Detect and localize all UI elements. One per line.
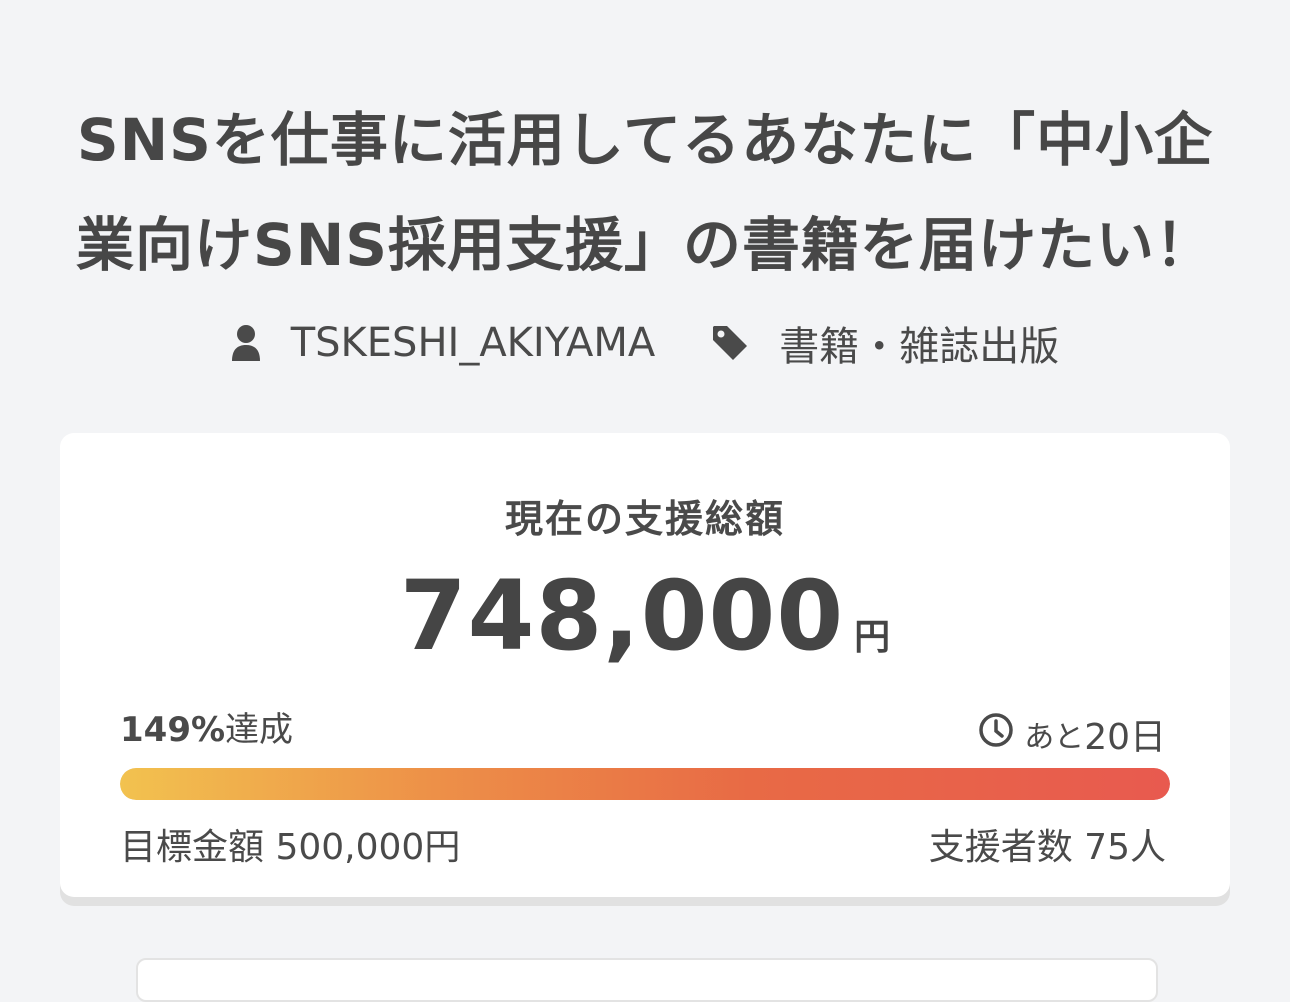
project-title: SNSを仕事に活用してるあなたに「中小企 業向けSNS採用支援」の書籍を届けたい…	[60, 88, 1230, 298]
progress-bar	[120, 768, 1170, 800]
supporter-count: 支援者数 75人	[928, 827, 1166, 868]
remaining-time: あと 20日	[978, 708, 1166, 760]
achievement-suffix: 達成	[225, 710, 294, 750]
remaining-prefix: あと	[1024, 720, 1085, 755]
progress-bar-fill	[120, 768, 1170, 800]
achievement-percent: 149%	[120, 710, 226, 750]
funding-amount-row: 748,000 円	[0, 560, 1290, 672]
achievement-rate: 149%達成	[120, 702, 293, 751]
funding-amount: 748,000	[399, 560, 845, 672]
clock-icon	[978, 712, 1014, 757]
category-link[interactable]: 書籍・雑誌出版	[711, 314, 1059, 372]
project-meta: TSKESHI_AKIYAMA 書籍・雑誌出版	[0, 312, 1290, 374]
project-title-line-2: 業向けSNS採用支援」の書籍を届けたい！	[75, 211, 1215, 279]
user-icon	[231, 324, 261, 362]
project-title-line-1: SNSを仕事に活用してるあなたに「中小企	[76, 106, 1214, 174]
remaining-value: 20日	[1084, 717, 1166, 758]
author-link[interactable]: TSKESHI_AKIYAMA	[231, 320, 656, 366]
tag-icon	[711, 324, 749, 362]
next-section-card	[136, 958, 1158, 1002]
funding-currency: 円	[854, 617, 891, 658]
category-name: 書籍・雑誌出版	[779, 324, 1060, 370]
author-name: TSKESHI_AKIYAMA	[290, 320, 656, 366]
funding-label: 現在の支援総額	[504, 497, 785, 541]
goal-amount: 目標金額 500,000円	[120, 827, 461, 868]
